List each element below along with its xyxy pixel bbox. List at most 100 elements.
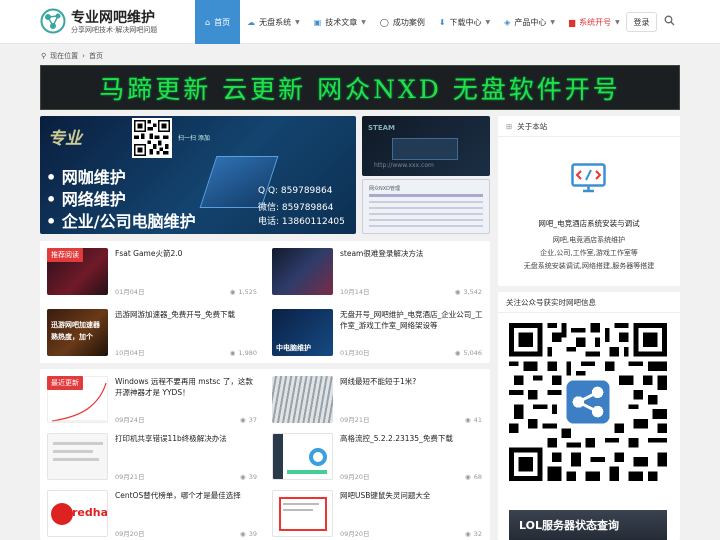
chevron-down-icon: ▼	[361, 18, 366, 26]
site-logo-icon[interactable]	[40, 8, 66, 34]
post-date: 09月24日	[115, 416, 145, 424]
list-item[interactable]: steam很难登录解决方法 10月14日 ◉ 3,542	[265, 241, 490, 302]
nav-cases[interactable]: ◯ 成功案例	[373, 0, 432, 44]
lol-server-status-banner[interactable]: LOL服务器状态查询	[509, 510, 667, 540]
list-item[interactable]: 迅游网吧加速器 熟热度，加个 迅游网游加速器_免费开号_免费下载 10月04日 …	[40, 302, 265, 363]
eye-icon: ◉	[229, 349, 236, 357]
post-title[interactable]: 打印机共享错误11b终极解决办法	[115, 433, 260, 444]
banner-text: 马蹄更新 云更新 网众NXD 无盘软件开号	[99, 74, 621, 104]
list-item[interactable]: 网吧USB键鼠失灵问题大全 09月20日 ◉ 32	[265, 483, 490, 540]
post-date: 09月20日	[340, 530, 370, 538]
book-icon: ▣	[313, 17, 322, 27]
post-thumbnail[interactable]: 迅游网吧加速器 熟热度，加个	[47, 309, 108, 356]
post-date: 10月14日	[340, 288, 370, 296]
nav-articles[interactable]: ▣ 技术文章 ▼	[307, 0, 373, 44]
breadcrumb-separator: ›	[82, 52, 85, 60]
post-views-count: 41	[473, 416, 482, 424]
breadcrumb: ⚲ 现在位置 › 首页	[41, 51, 103, 61]
nav-downloads[interactable]: ⬇ 下载中心 ▼	[432, 0, 497, 44]
post-thumbnail[interactable]	[272, 248, 333, 295]
chevron-down-icon: ▼	[485, 18, 491, 26]
about-widget: ⊞ 关于本站 网吧_电竞酒店系统安装与调试 网吧,电竞酒店系统维护 企业,公司,…	[498, 116, 680, 286]
list-item[interactable]: 中电脑维护 无盘开号_网吧维护_电竞酒店_企业公司_工作室_游戏工作室_网络架设…	[265, 302, 490, 363]
post-thumbnail[interactable]	[272, 433, 333, 480]
post-title[interactable]: 网线最短不能短于1米?	[340, 376, 485, 387]
post-views: ◉ 5,046	[455, 349, 482, 357]
search-icon[interactable]	[664, 15, 675, 26]
list-item[interactable]: 高格流控_5.2.2.23135_免费下载 09月20日 ◉ 68	[265, 426, 490, 487]
recommended-panel: 推荐阅读 Fsat Game火箭2.0 01月04日 ◉ 1,525 steam很…	[40, 241, 490, 363]
code-monitor-icon	[571, 163, 606, 193]
side-thumb-steam[interactable]: STEAM http://www.xxx.com	[362, 116, 490, 176]
post-thumbnail-text: 中电脑维护	[276, 344, 311, 352]
post-title[interactable]: Fsat Game火箭2.0	[115, 248, 260, 259]
post-title[interactable]: Windows 远程不要再用 mstsc 了，这款开源神器才是 YYDS！	[115, 376, 260, 398]
post-date: 01月04日	[115, 288, 145, 296]
post-views-count: 5,046	[463, 349, 482, 357]
about-widget-header: ⊞ 关于本站	[506, 121, 547, 132]
about-line: 企业,公司,工作室,游戏工作室等	[540, 249, 638, 257]
recent-updates-tag: 最近更新	[47, 376, 83, 390]
post-title[interactable]: steam很难登录解决方法	[340, 248, 485, 259]
nav-diskless-label: 无盘系统	[259, 17, 292, 27]
post-views-count: 39	[248, 473, 257, 481]
hero-line-network: • 网络维护	[46, 190, 126, 209]
hero-line-enterprise: • 企业/公司电脑维护	[46, 212, 196, 231]
list-item[interactable]: redha CentOS替代榜单，哪个才是最佳选择 09月20日 ◉ 39	[40, 483, 265, 540]
chevron-down-icon: ▼	[615, 18, 620, 26]
wechat-widget-title: 关注公众号获实时网吧信息	[506, 298, 596, 307]
monitor-icon: ▆	[568, 17, 576, 27]
nav-downloads-label: 下载中心	[449, 17, 482, 27]
post-title[interactable]: 高格流控_5.2.2.23135_免费下载	[340, 433, 485, 444]
wechat-qr-code	[509, 323, 667, 481]
eye-icon: ◉	[465, 473, 471, 481]
hero-slide[interactable]: 专业 扫一扫 添加 • 网咖维护 • 网络维护 • 企业/公司电脑维护 Q Q:…	[40, 116, 356, 234]
nav-diskless[interactable]: ☁ 无盘系统 ▼	[240, 0, 307, 44]
post-views: ◉ 68	[465, 473, 482, 481]
post-title[interactable]: 网吧USB键鼠失灵问题大全	[340, 490, 485, 501]
post-title[interactable]: 无盘开号_网吧维护_电竞酒店_企业公司_工作室_游戏工作室_网络架设等	[340, 309, 485, 331]
nav-home[interactable]: ⌂ 首页	[195, 0, 241, 44]
site-title[interactable]: 专业网吧维护	[71, 7, 155, 27]
side-thumb-nxd[interactable]: 网众NXD管理	[362, 179, 490, 234]
post-thumbnail[interactable]	[47, 433, 108, 480]
hero-logo-text: 专业	[48, 129, 82, 149]
eye-icon: ◉	[240, 416, 246, 424]
post-thumbnail[interactable]: redha	[47, 490, 108, 537]
login-button[interactable]: 登录	[626, 12, 657, 32]
nav-account-open[interactable]: ▆ 系统开号 ▼	[562, 0, 627, 44]
eye-icon: ◉	[465, 416, 471, 424]
chevron-down-icon: ▼	[295, 18, 300, 26]
main-nav: ⌂ 首页 ☁ 无盘系统 ▼ ▣ 技术文章 ▼ ◯ 成功案例 ⬇ 下载中心 ▼ ◈…	[195, 0, 627, 44]
post-thumbnail[interactable]	[272, 490, 333, 537]
breadcrumb-home-link[interactable]: 首页	[89, 51, 103, 61]
nav-products[interactable]: ◈ 产品中心 ▼	[497, 0, 562, 44]
post-date: 01月30日	[340, 349, 370, 357]
hero-qr-code	[132, 118, 172, 158]
post-views: ◉ 32	[465, 530, 482, 538]
eye-icon: ◉	[454, 349, 461, 357]
post-views: ◉ 1,525	[230, 288, 257, 296]
site-subtitle: 分享网吧技术·解决网吧问题	[71, 26, 158, 34]
post-title[interactable]: CentOS替代榜单，哪个才是最佳选择	[115, 490, 260, 501]
post-views-count: 1,525	[238, 288, 257, 296]
cube-icon: ◈	[504, 17, 511, 27]
post-thumbnail[interactable]	[272, 376, 333, 423]
hero-qr-caption: 扫一扫 添加	[178, 135, 210, 142]
list-item[interactable]: 网线最短不能短于1米? 09月21日 ◉ 41	[265, 369, 490, 430]
list-item[interactable]: 打印机共享错误11b终极解决办法 09月21日 ◉ 39	[40, 426, 265, 487]
nav-cases-label: 成功案例	[392, 17, 425, 27]
chevron-down-icon: ▼	[550, 18, 555, 26]
about-heading: 网吧_电竞酒店系统安装与调试	[538, 219, 640, 228]
promo-banner[interactable]: 马蹄更新 云更新 网众NXD 无盘软件开号	[40, 65, 680, 110]
nav-home-label: 首页	[214, 17, 231, 27]
eye-icon: ◉	[454, 288, 461, 296]
post-date: 10月04日	[115, 349, 145, 357]
download-icon: ⬇	[438, 17, 446, 27]
nav-account-open-label: 系统开号	[579, 17, 612, 27]
recommended-tag: 推荐阅读	[47, 248, 83, 262]
post-thumbnail[interactable]: 中电脑维护	[272, 309, 333, 356]
about-widget-title: 关于本站	[517, 122, 548, 131]
post-title[interactable]: 迅游网游加速器_免费开号_免费下载	[115, 309, 260, 320]
post-thumbnail-text: 迅游网吧加速器 熟热度，加个	[51, 321, 100, 341]
